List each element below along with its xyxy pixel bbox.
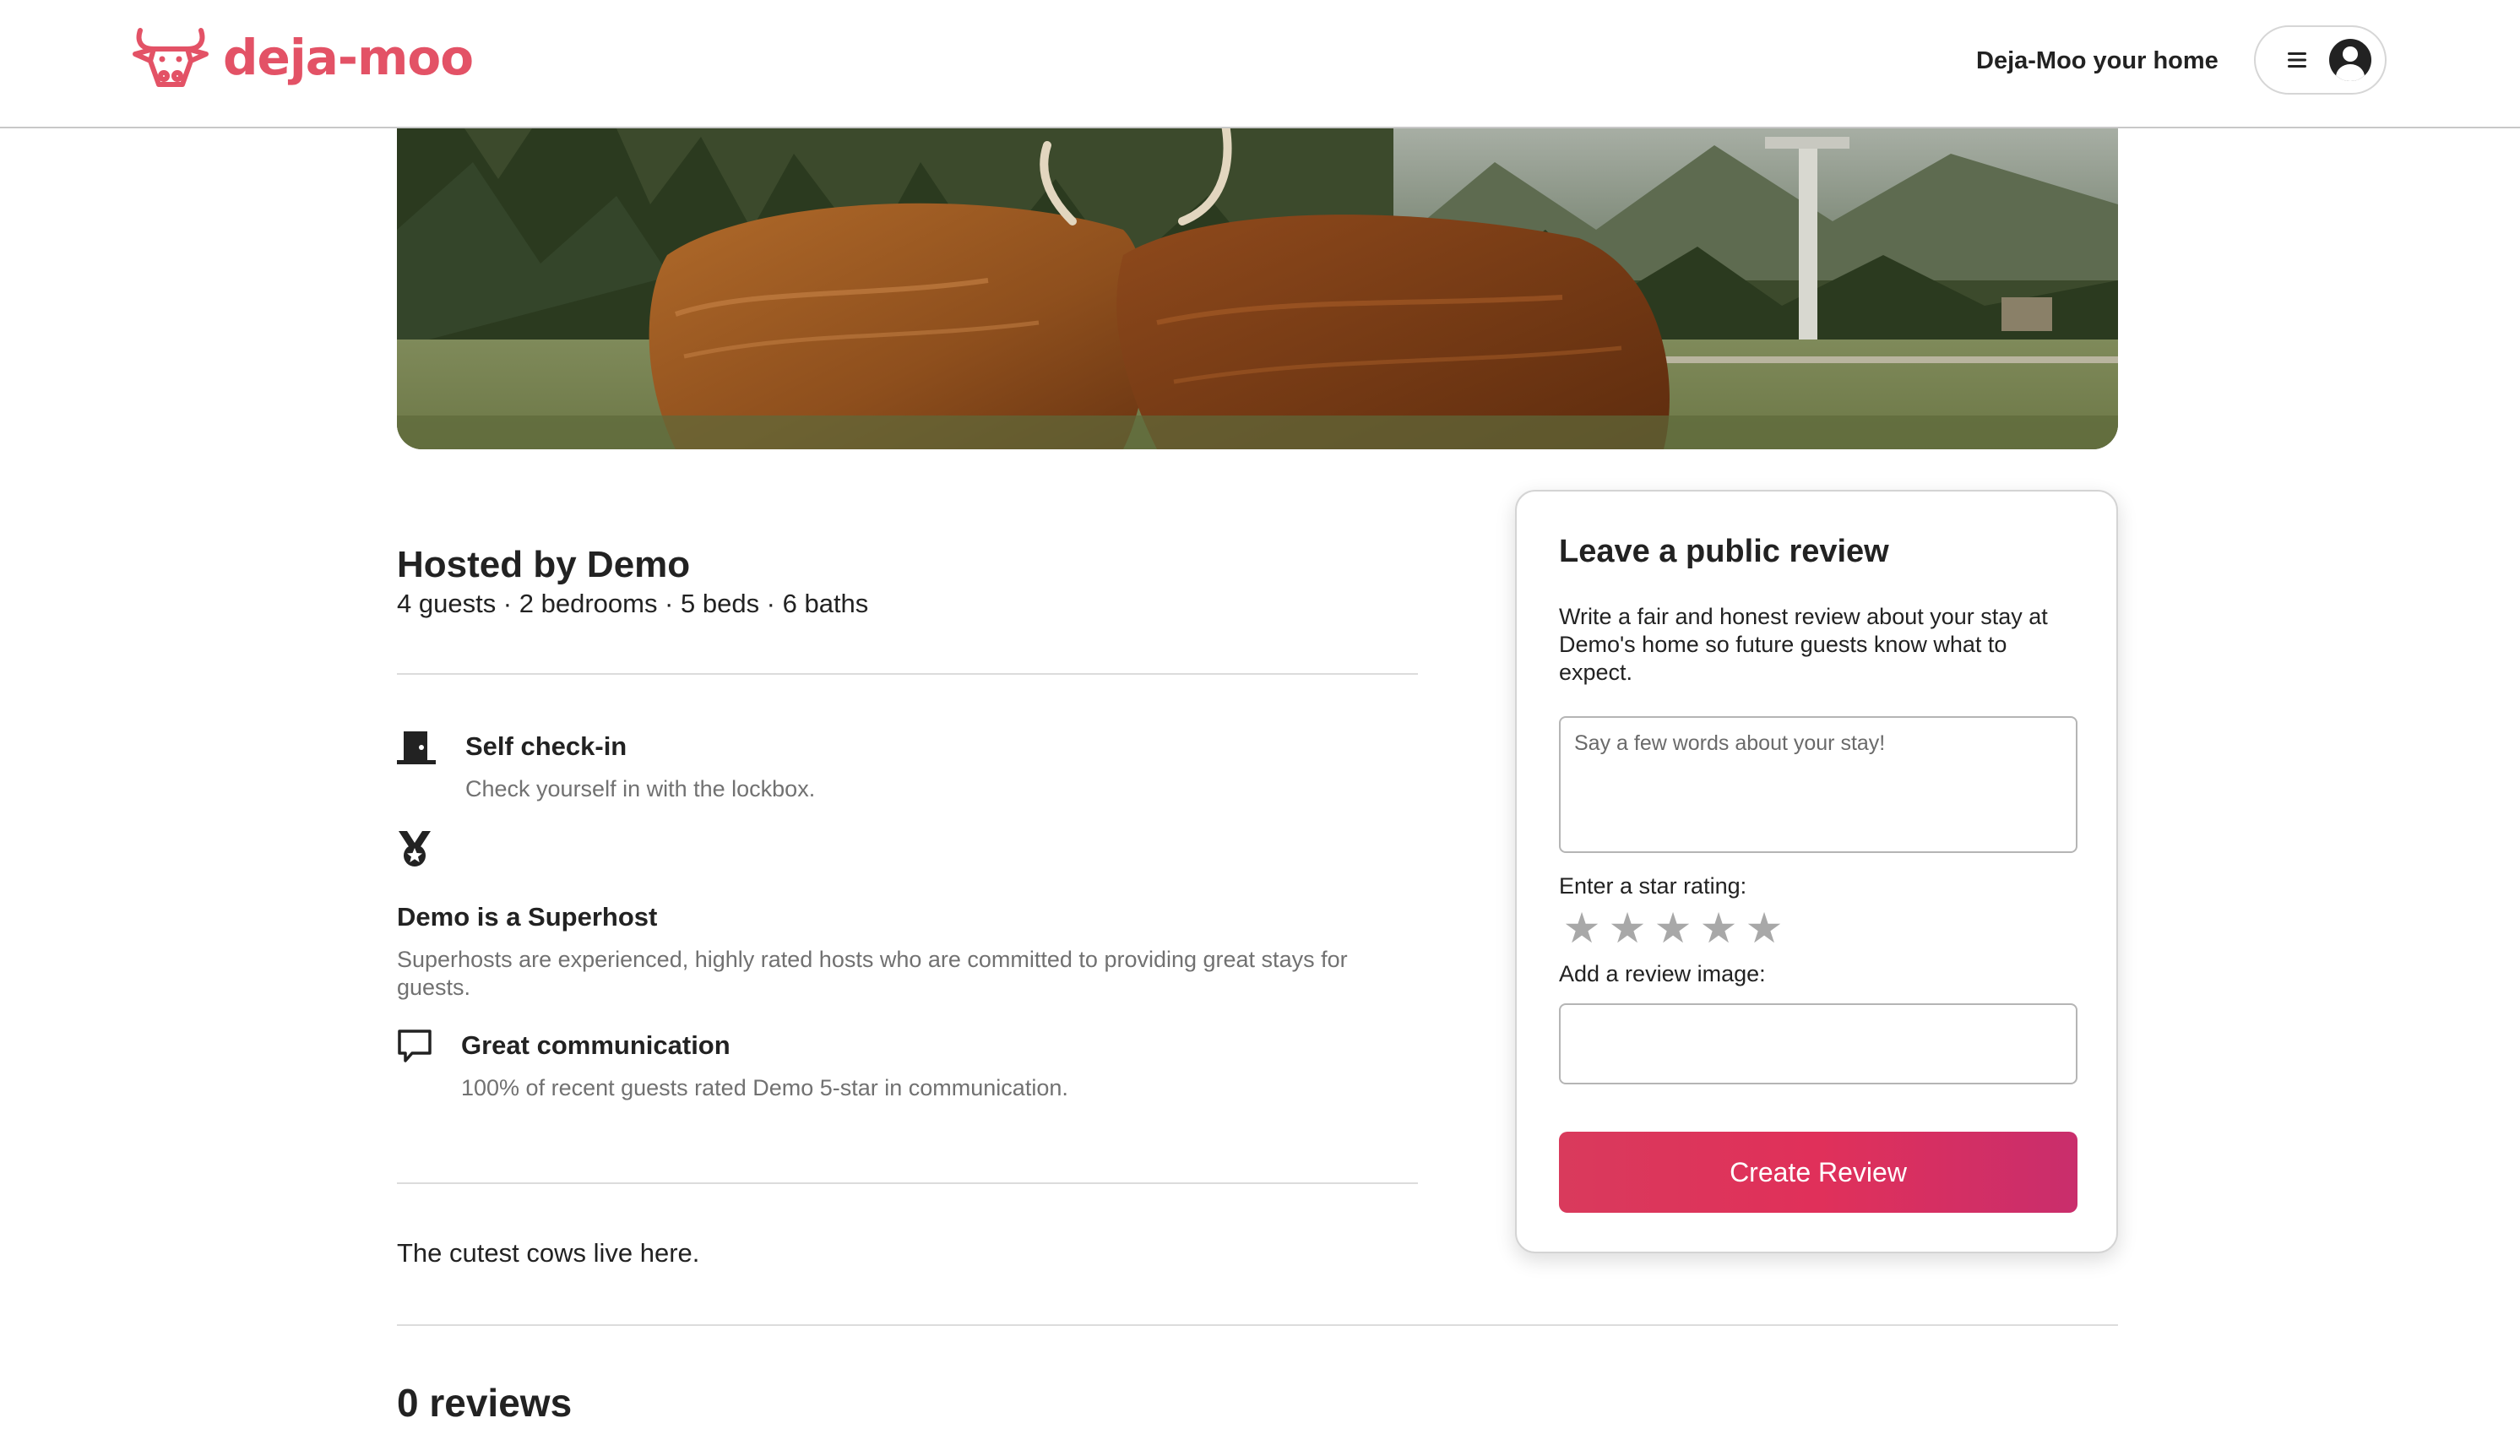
section-divider — [397, 673, 1418, 675]
star-rating-label: Enter a star rating: — [1559, 873, 1747, 899]
user-menu-button[interactable] — [2254, 25, 2387, 95]
star-icon[interactable]: ★ — [1650, 907, 1696, 949]
review-image-label: Add a review image: — [1559, 961, 1766, 986]
review-form-instructions: Write a fair and honest review about you… — [1559, 604, 2048, 685]
listing-capacity: 4 guests · 2 bedrooms · 5 beds · 6 baths — [397, 589, 869, 618]
reviews-count-heading: 0 reviews — [397, 1381, 573, 1425]
star-icon[interactable]: ★ — [1696, 907, 1741, 949]
feature-description: Superhosts are experienced, highly rated… — [397, 947, 1348, 1000]
feature-description: Check yourself in with the lockbox. — [465, 776, 816, 801]
feature-title: Self check-in — [465, 731, 627, 761]
user-avatar-icon — [2329, 39, 2371, 81]
listing-description: The cutest cows live here. — [397, 1238, 700, 1268]
star-icon[interactable]: ★ — [1605, 907, 1650, 949]
door-icon — [397, 731, 436, 764]
cow-logo-icon — [133, 28, 209, 87]
top-nav-bar: deja-moo Deja-Moo your home — [0, 0, 2520, 128]
hamburger-menu-icon — [2288, 52, 2306, 68]
logo-text: deja-moo — [223, 29, 474, 86]
section-divider — [397, 1324, 2118, 1326]
listing-photo — [397, 128, 2118, 449]
feature-title: Great communication — [461, 1030, 730, 1060]
star-icon[interactable]: ★ — [1741, 907, 1787, 949]
medal-icon — [399, 831, 431, 867]
star-rating-input: ★ ★ ★ ★ ★ — [1559, 907, 1787, 949]
feature-title: Demo is a Superhost — [397, 902, 658, 932]
star-icon[interactable]: ★ — [1559, 907, 1605, 949]
logo-link[interactable]: deja-moo — [132, 25, 474, 90]
review-form-card: Leave a public review Write a fair and h… — [1515, 490, 2118, 1253]
review-text-input[interactable] — [1559, 716, 2077, 853]
chat-icon — [398, 1030, 432, 1062]
feature-description: 100% of recent guests rated Demo 5-star … — [461, 1075, 1068, 1100]
host-your-home-link[interactable]: Deja-Moo your home — [1976, 47, 2219, 75]
review-form-title: Leave a public review — [1559, 534, 1889, 569]
host-title: Hosted by Demo — [397, 544, 691, 585]
review-image-input[interactable] — [1559, 1003, 2077, 1084]
create-review-button[interactable]: Create Review — [1559, 1132, 2077, 1213]
section-divider — [397, 1182, 1418, 1184]
